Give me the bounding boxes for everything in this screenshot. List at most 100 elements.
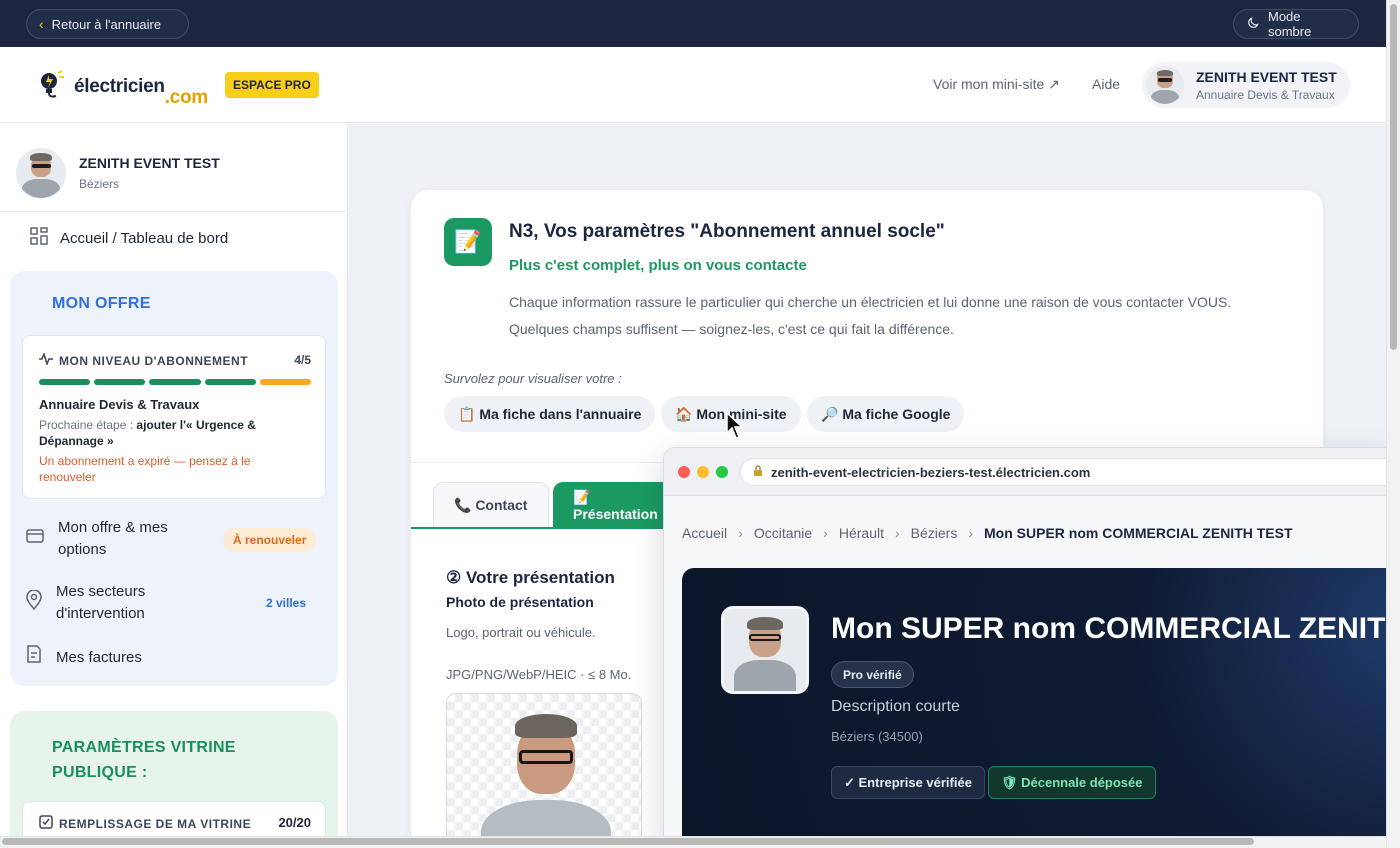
sidebar-item-offer-options[interactable]: Mon offre & mes options (26, 517, 168, 561)
dark-mode-label: Mode sombre (1268, 9, 1312, 39)
sidebar-item-label: Mon offre & mes options (58, 519, 168, 558)
progress-segment (259, 379, 312, 385)
account-plan: Annuaire Devis & Travaux (1196, 87, 1335, 102)
breadcrumb-item: Béziers (910, 525, 958, 541)
moon-icon (1246, 16, 1260, 33)
url-text: zenith-event-electricien-beziers-test.él… (771, 464, 1091, 480)
pro-space-badge: ESPACE PRO (225, 72, 319, 98)
sidebar: ZENITH EVENT TEST Béziers Accueil / Tabl… (0, 123, 348, 836)
sidebar-user: ZENITH EVENT TEST Béziers (16, 148, 220, 198)
showcase-fill-card: REMPLISSAGE DE MA VITRINE 20/20 (22, 801, 326, 836)
public-showcase-panel: PARAMÈTRES VITRINE PUBLIQUE : REMPLISSAG… (10, 711, 338, 836)
map-pin-icon (26, 588, 42, 617)
close-window-dot (678, 466, 690, 478)
minisite-preview-window: zenith-event-electricien-beziers-test.él… (663, 447, 1393, 847)
dashboard-grid-icon (30, 227, 48, 249)
expired-subscription-note: Un abonnement a expiré — pensez à le ren… (39, 454, 251, 484)
lightbulb-plug-icon (38, 69, 66, 104)
decennial-insurance-badge: 🛡 Décennale déposée (988, 766, 1156, 799)
sidebar-item-label: Mes factures (56, 648, 142, 666)
top-bar: ‹ Retour à l'annuaire Mode sombre (0, 0, 1386, 47)
invoice-icon (26, 645, 42, 670)
hero-profile-photo (721, 606, 809, 694)
sidebar-user-city: Béziers (79, 177, 120, 191)
preview-google-listing-chip[interactable]: 🔎 Ma fiche Google (807, 396, 965, 432)
maximize-window-dot (716, 466, 728, 478)
photo-field-label: Photo de présentation (446, 594, 594, 610)
step-title: N3, Vos paramètres "Abonnement annuel so… (509, 221, 945, 242)
progress-segment (39, 379, 91, 385)
back-to-directory-button[interactable]: ‹ Retour à l'annuaire (26, 9, 189, 39)
breadcrumb-item: Accueil (682, 525, 728, 541)
photo-formats-hint: JPG/PNG/WebP/HEIC · ≤ 8 Mo. (446, 667, 632, 682)
breadcrumb-separator: › (968, 525, 974, 541)
memo-icon: 📝 (444, 218, 492, 266)
address-bar: zenith-event-electricien-beziers-test.él… (740, 458, 1392, 486)
my-offer-title: MON OFFRE (52, 295, 151, 312)
subscription-plan-name: Annuaire Devis & Travaux (39, 397, 200, 412)
breadcrumb-separator: › (738, 525, 743, 541)
renew-badge: À renouveler (223, 528, 317, 552)
hero-city: Béziers (34500) (831, 729, 923, 744)
view-minisite-link[interactable]: Voir mon mini-site ↗ (933, 76, 1060, 93)
avatar (16, 148, 66, 198)
breadcrumb-current: Mon SUPER nom COMMERCIAL ZENITH TEST (984, 525, 1293, 541)
horizontal-scrollbar-thumb[interactable] (2, 838, 1254, 845)
sidebar-user-name: ZENITH EVENT TEST (79, 155, 220, 171)
browser-toolbar: zenith-event-electricien-beziers-test.él… (664, 448, 1392, 496)
breadcrumb: Accueil › Occitanie › Hérault › Béziers … (682, 525, 1293, 541)
tab-contact[interactable]: 📞 Contact (433, 482, 549, 528)
progress-segment (94, 379, 146, 385)
help-link[interactable]: Aide (1092, 76, 1120, 92)
sidebar-item-dashboard[interactable]: Accueil / Tableau de bord (30, 227, 228, 249)
lock-icon (753, 464, 763, 480)
subscription-level-heading: MON NIVEAU D'ABONNEMENT (39, 351, 248, 368)
sidebar-item-invoices[interactable]: Mes factures (26, 645, 142, 670)
preview-directory-listing-chip[interactable]: 📋 Ma fiche dans l'annuaire (444, 396, 656, 432)
mouse-cursor-icon (726, 411, 746, 440)
minimize-window-dot (697, 466, 709, 478)
presentation-section-title: ② Votre présentation (446, 568, 615, 587)
credit-card-icon (26, 528, 44, 550)
presentation-photo (475, 708, 615, 848)
progress-segment (149, 379, 201, 385)
divider (0, 211, 347, 212)
breadcrumb-item: Hérault (838, 525, 884, 541)
back-button-label: Retour à l'annuaire (51, 16, 162, 32)
sidebar-item-label: Mes secteurs d'intervention (56, 583, 146, 622)
avatar (1146, 66, 1184, 104)
verified-company-badge: ✓ Entreprise vérifiée (831, 766, 985, 799)
account-menu[interactable]: ZENITH EVENT TEST Annuaire Devis & Trava… (1142, 62, 1350, 108)
step-description: Chaque information rassure le particulie… (509, 294, 1232, 337)
breadcrumb-separator: › (894, 525, 900, 541)
photo-upload-dropzone[interactable] (446, 693, 642, 848)
subscription-level-count: 4/5 (294, 353, 311, 367)
showcase-fill-heading: REMPLISSAGE DE MA VITRINE (39, 815, 251, 832)
sidebar-item-sectors[interactable]: Mes secteurs d'intervention (26, 581, 145, 625)
breadcrumb-item: Occitanie (753, 525, 813, 541)
logo-wordmark: électricien .com (74, 75, 208, 109)
progress-segment (204, 379, 256, 385)
hero-short-description: Description courte (831, 698, 960, 715)
cities-count-badge: 2 villes (266, 596, 307, 610)
breadcrumb-separator: › (823, 525, 828, 541)
photo-field-help: Logo, portrait ou véhicule. (446, 625, 596, 640)
next-step-text: Prochaine étape : ajouter l'« Urgence & … (39, 418, 256, 448)
step-subtitle: Plus c'est complet, plus on vous contact… (509, 257, 807, 274)
verified-pro-badge: Pro vérifié (831, 661, 914, 688)
subscription-level-card: MON NIVEAU D'ABONNEMENT 4/5 Annuaire Dev… (22, 335, 326, 499)
hero-business-name: Mon SUPER nom COMMERCIAL ZENITH TEST (831, 612, 1392, 645)
chevron-left-icon: ‹ (39, 16, 44, 32)
subscription-progress-bar (39, 379, 312, 385)
checkbox-icon (39, 815, 53, 832)
site-logo[interactable]: électricien .com (38, 69, 208, 109)
showcase-fill-count: 20/20 (278, 815, 311, 830)
activity-icon (39, 351, 53, 368)
dark-mode-button[interactable]: Mode sombre (1233, 9, 1359, 39)
hover-hint: Survolez pour visualiser votre : (444, 371, 622, 386)
site-header: électricien .com ESPACE PRO Voir mon mini… (0, 47, 1386, 123)
account-name: ZENITH EVENT TEST (1196, 68, 1337, 85)
sidebar-item-label: Accueil / Tableau de bord (60, 229, 229, 247)
public-showcase-title: PARAMÈTRES VITRINE PUBLIQUE : (52, 739, 236, 781)
vertical-scrollbar-thumb[interactable] (1390, 4, 1397, 350)
